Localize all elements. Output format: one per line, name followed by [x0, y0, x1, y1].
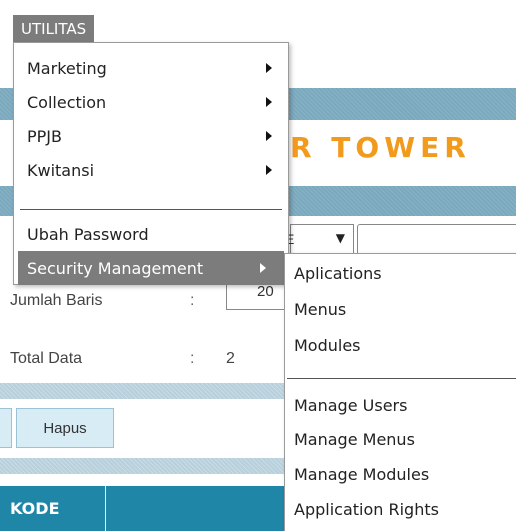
- submenu-arrow-icon: [266, 131, 272, 141]
- submenu-arrow-icon: [266, 165, 272, 175]
- column-header-kode[interactable]: KODE: [0, 486, 106, 531]
- submenu-arrow-icon: [266, 63, 272, 73]
- total-data-value: 2: [226, 350, 235, 367]
- menu-item-security-management[interactable]: Security Management: [18, 251, 284, 285]
- submenu-item-modules[interactable]: Modules: [285, 328, 516, 362]
- submenu-item-application-rights[interactable]: Application Rights: [285, 492, 516, 526]
- prev-button-edge[interactable]: [0, 408, 12, 448]
- menu-item-label: Collection: [27, 92, 107, 112]
- submenu-item-aplications[interactable]: Aplications: [285, 256, 516, 290]
- menu-item-label: Aplications: [294, 263, 382, 283]
- menu-item-label: Ubah Password: [27, 224, 149, 244]
- menu-item-label: Marketing: [27, 58, 107, 78]
- menu-item-label: Security Management: [27, 258, 204, 278]
- total-data-colon: :: [190, 350, 195, 367]
- search-input[interactable]: [357, 224, 516, 256]
- jumlah-baris-colon: :: [190, 292, 195, 309]
- column-select[interactable]: E ▼: [285, 224, 354, 256]
- app-logo-text: R TOWER: [290, 131, 471, 164]
- submenu-item-manage-menus[interactable]: Manage Menus: [285, 422, 516, 456]
- submenu-item-manage-users[interactable]: Manage Users: [285, 388, 516, 422]
- menu-item-label: Manage Users: [294, 395, 408, 415]
- menu-item-marketing[interactable]: Marketing: [14, 51, 288, 85]
- menu-item-kwitansi[interactable]: Kwitansi: [14, 153, 288, 187]
- menu-item-label: Modules: [294, 335, 361, 355]
- menu-utilitas[interactable]: UTILITAS: [13, 15, 95, 42]
- menu-item-label: Application Rights: [294, 499, 439, 519]
- menu-item-label: Manage Menus: [294, 429, 415, 449]
- total-data-label: Total Data: [10, 350, 83, 367]
- menu-item-label: PPJB: [27, 126, 62, 146]
- menu-separator: [287, 378, 516, 379]
- menu-separator: [20, 209, 282, 210]
- menu-item-ppjb[interactable]: PPJB: [14, 119, 288, 153]
- security-management-submenu: Aplications Menus Modules Manage Users M…: [284, 253, 516, 531]
- menu-item-ubah-password[interactable]: Ubah Password: [14, 217, 288, 251]
- menu-item-label: Kwitansi: [27, 160, 95, 180]
- submenu-item-manage-modules[interactable]: Manage Modules: [285, 457, 516, 491]
- utilitas-dropdown: Marketing Collection PPJB Kwitansi Ubah …: [13, 42, 289, 285]
- submenu-item-menus[interactable]: Menus: [285, 292, 516, 326]
- hapus-button[interactable]: Hapus: [16, 408, 114, 448]
- jumlah-baris-label: Jumlah Baris: [10, 292, 103, 309]
- submenu-arrow-icon: [266, 97, 272, 107]
- menu-item-label: Manage Modules: [294, 464, 430, 484]
- menu-item-collection[interactable]: Collection: [14, 85, 288, 119]
- chevron-down-icon: ▼: [335, 231, 345, 245]
- submenu-arrow-icon: [260, 263, 266, 273]
- menu-item-label: Menus: [294, 299, 347, 319]
